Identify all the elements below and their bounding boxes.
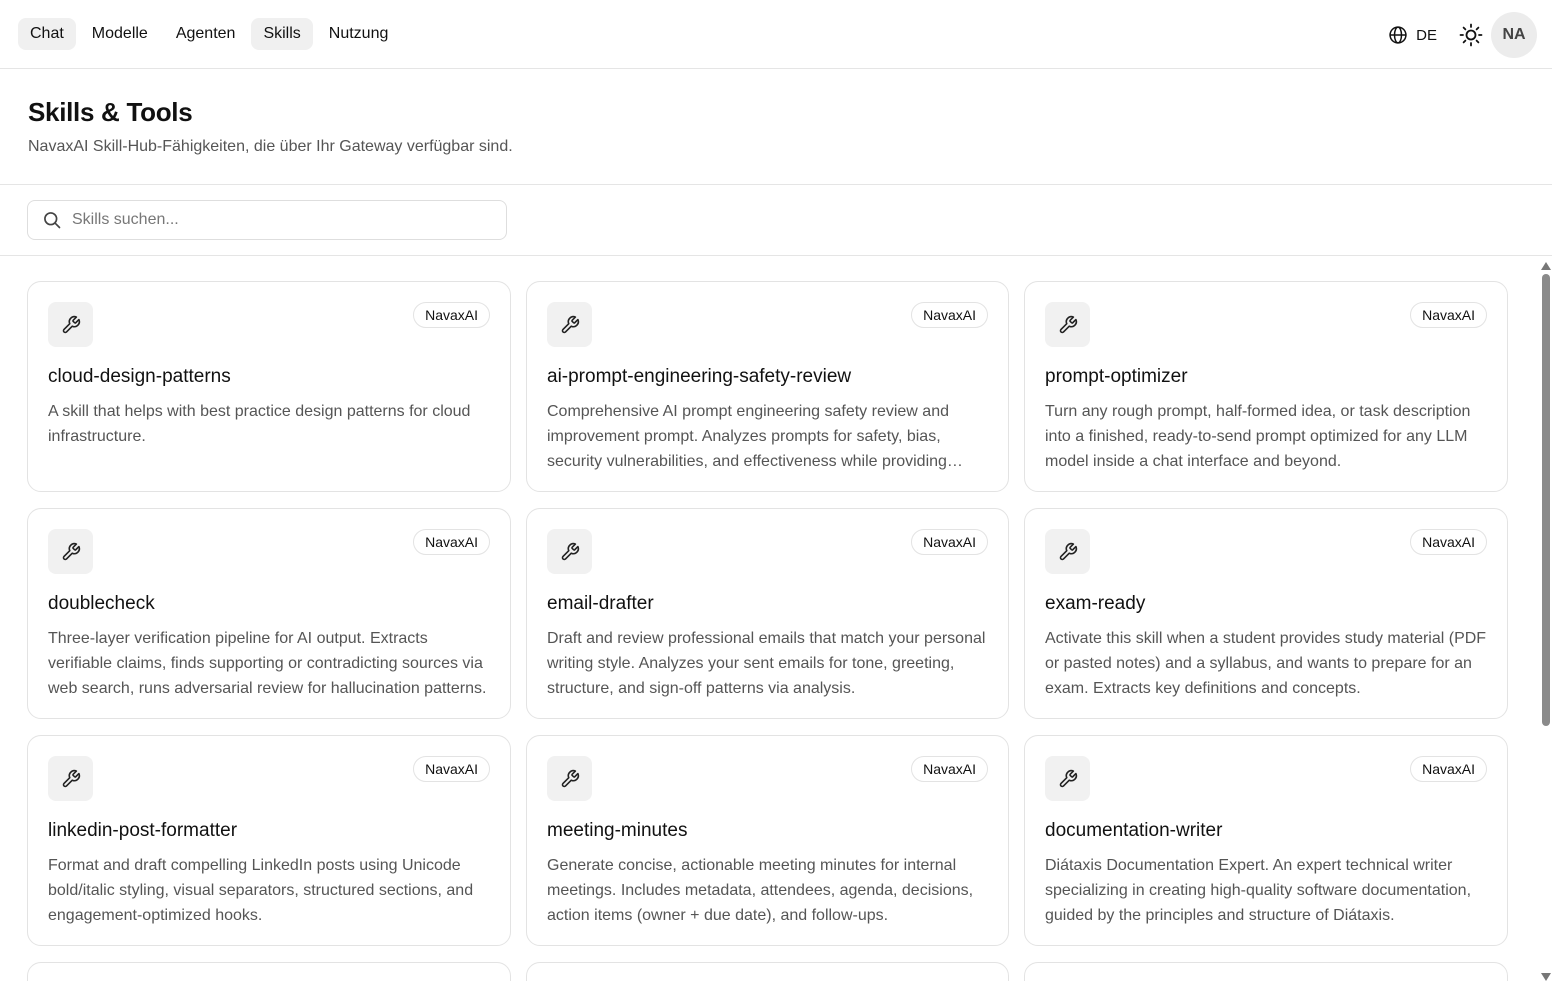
skill-icon-box (1045, 529, 1090, 574)
page-title: Skills & Tools (28, 97, 193, 127)
skills-grid-area: NavaxAI cloud-design-patterns A skill th… (0, 256, 1552, 981)
wrench-icon (62, 542, 80, 560)
language-label: DE (1416, 26, 1437, 44)
skill-card[interactable]: NavaxAI exam-ready Activate this skill w… (1024, 508, 1508, 719)
skill-description: Draft and review professional emails tha… (547, 630, 986, 697)
provider-badge: NavaxAI (911, 756, 988, 782)
provider-badge: NavaxAI (1410, 529, 1487, 555)
skill-card[interactable]: NavaxAI prompt-optimizer Turn any rough … (1024, 281, 1508, 492)
provider-badge: NavaxAI (911, 302, 988, 328)
skill-description: Turn any rough prompt, half-formed idea,… (1045, 403, 1471, 470)
skill-name: meeting-minutes (547, 820, 688, 841)
scroll-up-arrow[interactable] (1541, 262, 1551, 270)
skill-card-partial[interactable] (526, 962, 1009, 981)
theme-toggle[interactable] (1459, 23, 1483, 47)
skill-description: Generate concise, actionable meeting min… (547, 857, 974, 924)
skill-icon-box (1045, 756, 1090, 801)
main-nav: Chat Modelle Agenten Skills Nutzung (18, 18, 400, 50)
language-switcher[interactable]: DE (1388, 25, 1437, 45)
skill-card[interactable]: NavaxAI meeting-minutes Generate concise… (526, 735, 1009, 946)
skill-card[interactable]: NavaxAI documentation-writer Diátaxis Do… (1024, 735, 1508, 946)
page-subtitle: NavaxAI Skill-Hub-Fähigkeiten, die über … (28, 138, 513, 155)
top-right-controls: DE NA (1388, 12, 1537, 58)
search-box[interactable] (27, 200, 507, 240)
skill-icon-box (48, 756, 93, 801)
tab-agenten[interactable]: Agenten (164, 18, 248, 50)
skill-card[interactable]: NavaxAI linkedin-post-formatter Format a… (27, 735, 511, 946)
search-icon (44, 212, 61, 229)
skill-card[interactable]: NavaxAI ai-prompt-engineering-safety-rev… (526, 281, 1009, 492)
search-input[interactable] (72, 211, 472, 229)
tab-modelle[interactable]: Modelle (80, 18, 160, 50)
provider-badge: NavaxAI (1410, 756, 1487, 782)
skill-description: Activate this skill when a student provi… (1045, 630, 1487, 697)
page-header: Skills & Tools NavaxAI Skill-Hub-Fähigke… (0, 69, 1552, 185)
tab-skills[interactable]: Skills (251, 18, 313, 50)
skill-description: Three-layer verification pipeline for AI… (48, 630, 487, 697)
skill-card-partial[interactable] (1024, 962, 1508, 981)
skill-name: exam-ready (1045, 593, 1146, 614)
user-avatar[interactable]: NA (1491, 12, 1537, 58)
tab-nutzung[interactable]: Nutzung (317, 18, 401, 50)
provider-badge: NavaxAI (413, 302, 490, 328)
skill-name: documentation-writer (1045, 820, 1223, 841)
skill-description: Comprehensive AI prompt engineering safe… (547, 403, 949, 470)
wrench-icon (561, 769, 579, 787)
provider-badge: NavaxAI (413, 529, 490, 555)
skill-name: cloud-design-patterns (48, 366, 231, 387)
scroll-thumb[interactable] (1542, 274, 1550, 726)
skill-icon-box (48, 529, 93, 574)
globe-icon (1389, 26, 1407, 44)
skill-icon-box (547, 756, 592, 801)
skills-grid: NavaxAI cloud-design-patterns A skill th… (27, 281, 1508, 981)
skill-icon-box (1045, 302, 1090, 347)
wrench-icon (1059, 769, 1077, 787)
skill-card-partial[interactable] (27, 962, 511, 981)
wrench-icon (62, 315, 80, 333)
skill-card[interactable]: NavaxAI doublecheck Three-layer verifica… (27, 508, 511, 719)
skill-description: A skill that helps with best practice de… (48, 403, 471, 445)
skill-name: linkedin-post-formatter (48, 820, 238, 841)
sun-icon (1459, 23, 1483, 47)
provider-badge: NavaxAI (1410, 302, 1487, 328)
skill-name: ai-prompt-engineering-safety-review (547, 366, 852, 387)
skill-name: doublecheck (48, 593, 155, 614)
skill-description: Format and draft compelling LinkedIn pos… (48, 857, 474, 924)
wrench-icon (561, 315, 579, 333)
skill-icon-box (48, 302, 93, 347)
wrench-icon (1059, 542, 1077, 560)
skill-card[interactable]: NavaxAI email-drafter Draft and review p… (526, 508, 1009, 719)
skill-description: Diátaxis Documentation Expert. An expert… (1045, 857, 1472, 924)
skill-name: email-drafter (547, 593, 654, 614)
search-section (0, 185, 1552, 256)
tab-chat[interactable]: Chat (18, 18, 76, 50)
wrench-icon (62, 769, 80, 787)
skill-icon-box (547, 529, 592, 574)
skill-name: prompt-optimizer (1045, 366, 1188, 387)
provider-badge: NavaxAI (413, 756, 490, 782)
scroll-down-arrow[interactable] (1541, 973, 1551, 981)
provider-badge: NavaxAI (911, 529, 988, 555)
wrench-icon (561, 542, 579, 560)
wrench-icon (1059, 315, 1077, 333)
top-navigation-bar: Chat Modelle Agenten Skills Nutzung DE N… (0, 0, 1552, 69)
scrollbar[interactable] (1540, 262, 1552, 981)
skill-card[interactable]: NavaxAI cloud-design-patterns A skill th… (27, 281, 511, 492)
skill-icon-box (547, 302, 592, 347)
